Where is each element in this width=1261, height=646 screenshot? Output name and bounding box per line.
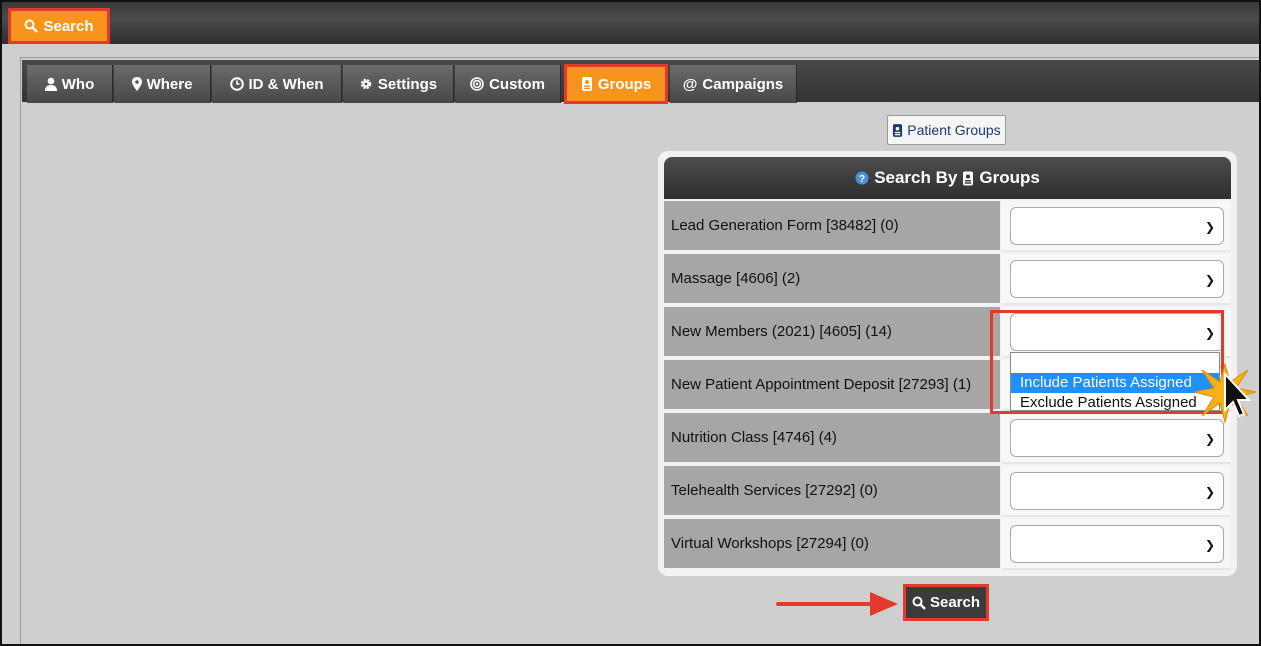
tab-groups[interactable]: Groups xyxy=(564,64,668,104)
option-blank[interactable] xyxy=(1011,353,1219,373)
select-options-list[interactable]: Include Patients Assigned Exclude Patien… xyxy=(1010,352,1220,411)
arrow-icon xyxy=(776,592,898,616)
option-include[interactable]: Include Patients Assigned xyxy=(1011,373,1219,393)
patient-group-icon xyxy=(892,123,903,137)
bottom-search-button[interactable]: Search xyxy=(903,584,989,621)
at-icon: @ xyxy=(682,75,698,93)
group-select[interactable]: ❯ xyxy=(1010,525,1224,563)
group-select-cell: ❯ xyxy=(1002,201,1231,252)
tab-custom[interactable]: Custom xyxy=(455,65,561,103)
chevron-down-icon: ❯ xyxy=(1204,432,1215,446)
group-row: Telehealth Services [27292] (0) ❯ xyxy=(664,466,1231,517)
tab-campaigns[interactable]: @ Campaigns xyxy=(670,65,797,103)
group-label: New Patient Appointment Deposit [27293] … xyxy=(664,360,1000,411)
tab-settings[interactable]: Settings xyxy=(343,65,454,103)
tab-label: ID & When xyxy=(248,75,324,93)
search-icon xyxy=(912,596,926,610)
tab-id-when[interactable]: ID & When xyxy=(212,65,342,103)
group-select-cell: ❯ xyxy=(1002,519,1231,570)
top-search-button[interactable]: Search xyxy=(8,8,110,44)
group-label: New Members (2021) [4605] (14) xyxy=(664,307,1000,358)
group-row: Lead Generation Form [38482] (0) ❯ xyxy=(664,201,1231,252)
user-icon xyxy=(44,77,57,91)
panel-title-suffix: Groups xyxy=(979,168,1040,187)
group-label: Virtual Workshops [27294] (0) xyxy=(664,519,1000,570)
svg-text:?: ? xyxy=(859,174,865,185)
tab-label: Campaigns xyxy=(702,75,784,93)
group-label: Massage [4606] (2) xyxy=(664,254,1000,305)
group-select-cell: ❯ xyxy=(1002,466,1231,517)
map-pin-icon xyxy=(131,77,142,91)
group-select[interactable]: ❯ xyxy=(1010,472,1224,510)
tab-label: Groups xyxy=(597,75,652,93)
patient-group-icon xyxy=(581,77,593,91)
group-row: Nutrition Class [4746] (4) ❯ xyxy=(664,413,1231,464)
clock-icon xyxy=(229,77,244,91)
tab-label: Custom xyxy=(489,75,545,93)
tab-label: Who xyxy=(61,75,95,93)
top-search-label: Search xyxy=(43,17,94,35)
bottom-search-label: Search xyxy=(929,594,981,611)
tab-label: Settings xyxy=(377,75,438,93)
tab-where[interactable]: Where xyxy=(114,65,211,103)
group-label: Telehealth Services [27292] (0) xyxy=(664,466,1000,517)
chevron-down-icon: ❯ xyxy=(1204,273,1215,287)
patient-groups-label: Patient Groups xyxy=(907,122,1001,138)
panel-title: Search By xyxy=(874,168,958,187)
group-label: Nutrition Class [4746] (4) xyxy=(664,413,1000,464)
group-label: Lead Generation Form [38482] (0) xyxy=(664,201,1000,252)
tab-bar: Who Where ID & When Settings Custom Grou… xyxy=(22,60,1259,104)
chevron-down-icon: ❯ xyxy=(1204,220,1215,234)
group-select[interactable]: ❯ xyxy=(1010,419,1224,457)
click-burst-icon xyxy=(1193,362,1257,424)
tab-who[interactable]: Who xyxy=(27,65,113,103)
top-bar xyxy=(2,2,1259,44)
app-window: Search Who Where ID & When Settings Cust… xyxy=(0,0,1261,646)
panel-header: ? Search By Groups xyxy=(664,157,1231,199)
group-select[interactable]: ❯ xyxy=(1010,260,1224,298)
chevron-down-icon: ❯ xyxy=(1204,538,1215,552)
group-row: Massage [4606] (2) ❯ xyxy=(664,254,1231,305)
target-icon xyxy=(470,77,484,91)
option-exclude[interactable]: Exclude Patients Assigned xyxy=(1011,393,1219,413)
group-select-cell: ❯ xyxy=(1002,254,1231,305)
tab-label: Where xyxy=(146,75,193,93)
gear-icon xyxy=(359,77,373,91)
chevron-down-icon: ❯ xyxy=(1204,485,1215,499)
patient-groups-button[interactable]: Patient Groups xyxy=(887,115,1006,145)
search-icon xyxy=(24,19,39,33)
group-row: Virtual Workshops [27294] (0) ❯ xyxy=(664,519,1231,570)
help-icon[interactable]: ? xyxy=(855,171,869,185)
patient-group-icon xyxy=(962,171,974,186)
group-select[interactable]: ❯ xyxy=(1010,207,1224,245)
